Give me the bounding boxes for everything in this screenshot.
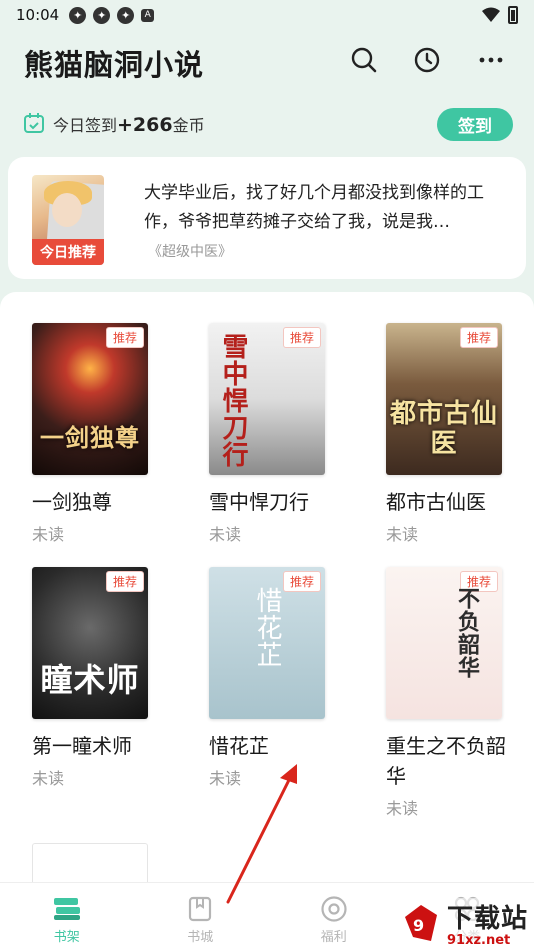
recommend-tag: 推荐 (282, 571, 321, 592)
book-status: 未读 (386, 799, 419, 818)
checkin-suffix: 金币 (172, 116, 205, 135)
book-cover[interactable]: 推荐 瞳术师 (32, 567, 148, 719)
watermark-sub: 91xz.net (446, 933, 511, 948)
recommendation-source[interactable]: 《超级中医》 (148, 241, 232, 261)
svg-text:9: 9 (413, 916, 424, 935)
app-title: 熊猫脑洞小说 (24, 48, 205, 82)
notification-icons: ✦ ✦ ✦ A (69, 6, 155, 24)
notification-icon: ✦ (117, 6, 135, 24)
book-title[interactable]: 一剑独尊 (32, 487, 148, 517)
book-item[interactable]: 推荐 惜花芷 惜花芷 未读 (209, 567, 325, 789)
status-time: 10:04 (16, 6, 60, 24)
search-icon[interactable] (348, 44, 380, 76)
wifi-icon (482, 7, 500, 22)
watermark-logo-icon: 9 (401, 903, 441, 943)
nav-label: 书架 (53, 930, 80, 945)
book-cover[interactable]: 推荐 不负韶华 (386, 567, 502, 719)
recommend-tag: 推荐 (105, 327, 144, 348)
book-title[interactable]: 重生之不负韶华 (386, 731, 506, 791)
welfare-icon (319, 895, 349, 923)
cover-title: 一剑独尊 (40, 424, 140, 452)
book-status: 未读 (209, 525, 242, 544)
checkin-row: 今日签到 +266 金币 签到 (0, 104, 534, 144)
bookshelf-icon (52, 895, 82, 923)
cover-title: 瞳术师 (40, 661, 140, 699)
recommend-tag: 推荐 (105, 571, 144, 592)
recommendation-excerpt[interactable]: 大学毕业后，找了好几个月都没找到像样的工作，爷爷把草药摊子交给了我，说是我… (144, 179, 506, 237)
recommendation-badge: 今日推荐 (32, 239, 104, 265)
nav-label: 书城 (187, 930, 214, 945)
book-title[interactable]: 雪中悍刀行 (209, 487, 325, 517)
book-item[interactable]: 推荐 都市古仙医 都市古仙医 未读 (386, 323, 502, 545)
book-status: 未读 (386, 525, 419, 544)
book-item[interactable]: 推荐 不负韶华 重生之不负韶华 未读 (386, 567, 516, 819)
book-status: 未读 (32, 769, 65, 788)
checkin-button[interactable]: 签到 (437, 108, 513, 141)
book-cover[interactable]: 推荐 雪中悍刀行 (209, 323, 325, 475)
cover-title: 都市古仙医 (389, 399, 498, 459)
cover-title: 不负韶华 (454, 587, 479, 679)
book-title[interactable]: 第一瞳术师 (32, 731, 148, 761)
app-header: 熊猫脑洞小说 (0, 40, 534, 84)
history-clock-icon[interactable] (411, 44, 443, 76)
recommend-tag: 推荐 (282, 327, 321, 348)
checkin-reward-text: 今日签到 +266 金币 (53, 112, 205, 136)
book-status: 未读 (209, 769, 242, 788)
book-title[interactable]: 惜花芷 (209, 731, 325, 761)
notification-letter-icon: A (141, 8, 155, 22)
watermark-main: 下载站 (446, 904, 528, 934)
book-item[interactable]: 推荐 一剑独尊 一剑独尊 未读 (32, 323, 148, 545)
checkin-amount: +266 (117, 114, 173, 136)
bookstore-icon (185, 895, 215, 923)
cover-face (52, 193, 82, 227)
cover-title: 雪中悍刀行 (218, 333, 248, 468)
checkin-prefix: 今日签到 (53, 116, 118, 135)
book-title[interactable]: 都市古仙医 (386, 487, 502, 517)
book-item[interactable]: 推荐 雪中悍刀行 雪中悍刀行 未读 (209, 323, 325, 545)
book-cover[interactable]: 推荐 一剑独尊 (32, 323, 148, 475)
notification-icon: ✦ (93, 6, 111, 24)
book-cover[interactable]: 推荐 惜花芷 (209, 567, 325, 719)
status-bar: 10:04 ✦ ✦ ✦ A (0, 0, 534, 30)
battery-icon (508, 6, 518, 24)
more-icon[interactable] (475, 44, 507, 76)
book-status: 未读 (32, 525, 65, 544)
nav-welfare[interactable]: 福利 (267, 883, 401, 950)
calendar-check-icon (24, 113, 44, 133)
daily-recommendation-card[interactable]: 今日推荐 大学毕业后，找了好几个月都没找到像样的工作，爷爷把草药摊子交给了我，说… (8, 157, 526, 279)
recommend-tag: 推荐 (459, 327, 498, 348)
book-cover[interactable]: 推荐 都市古仙医 (386, 323, 502, 475)
notification-icon: ✦ (69, 6, 87, 24)
nav-bookshelf[interactable]: 书架 (0, 883, 134, 950)
book-item[interactable]: 推荐 瞳术师 第一瞳术师 未读 (32, 567, 148, 789)
nav-bookstore[interactable]: 书城 (134, 883, 268, 950)
site-watermark: 9 下载站 91xz.net (400, 898, 528, 948)
cover-title: 惜花芷 (252, 587, 282, 668)
nav-label: 福利 (320, 930, 347, 945)
